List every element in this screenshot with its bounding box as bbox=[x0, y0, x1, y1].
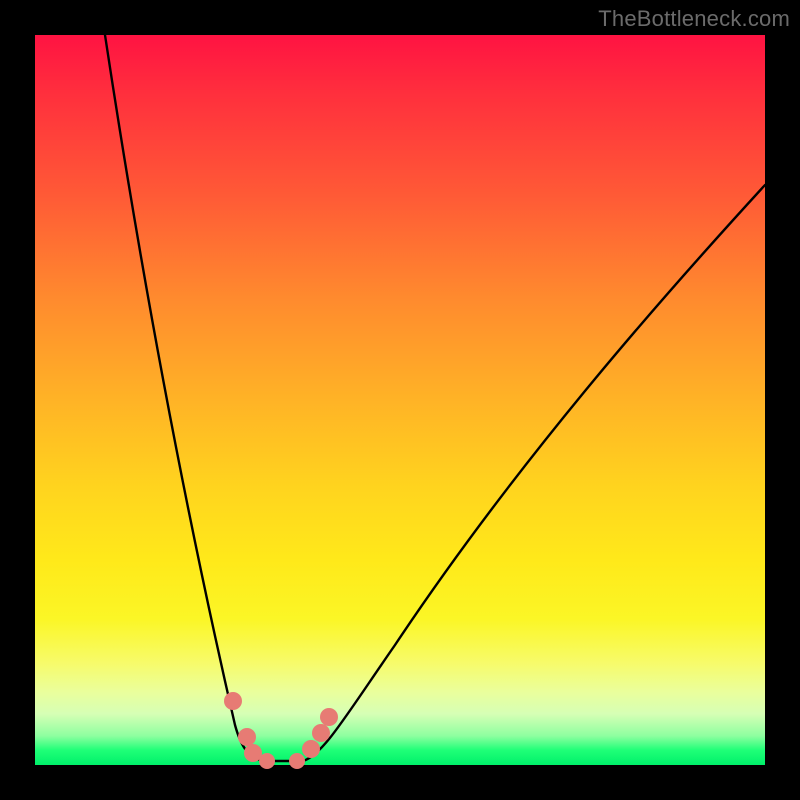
chart-frame: TheBottleneck.com bbox=[0, 0, 800, 800]
curve-left-branch bbox=[105, 35, 265, 761]
curve-marker bbox=[259, 753, 275, 769]
chart-svg bbox=[35, 35, 765, 765]
curve-marker bbox=[302, 740, 320, 758]
curve-marker bbox=[320, 708, 338, 726]
curve-marker bbox=[312, 724, 330, 742]
curve-marker bbox=[289, 753, 305, 769]
bottleneck-curve bbox=[105, 35, 765, 761]
curve-markers bbox=[224, 692, 338, 769]
curve-marker bbox=[238, 728, 256, 746]
watermark-text: TheBottleneck.com bbox=[598, 6, 790, 32]
curve-right-branch bbox=[303, 185, 765, 761]
chart-plot-area bbox=[35, 35, 765, 765]
curve-marker bbox=[224, 692, 242, 710]
